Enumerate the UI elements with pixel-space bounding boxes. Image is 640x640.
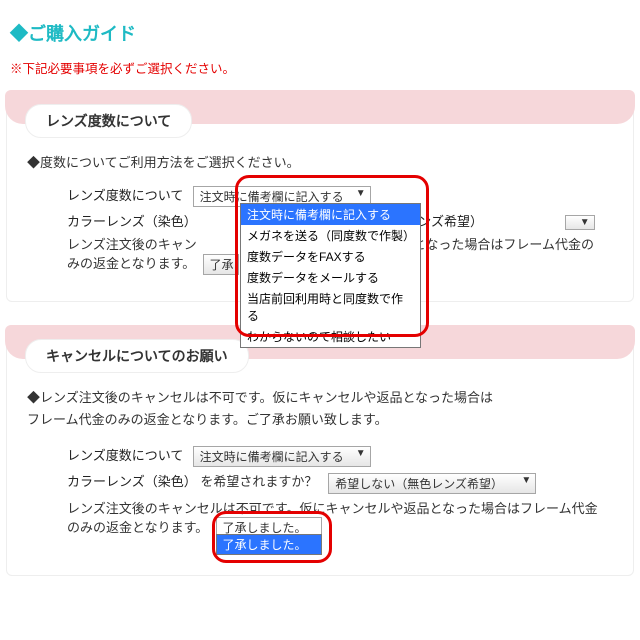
chevron-down-icon: ▼ bbox=[521, 475, 531, 486]
dropdown-acknowledge[interactable]: 了承しました。 bbox=[216, 534, 322, 555]
section-title: キャンセルについてのお願い bbox=[25, 339, 249, 373]
row3-text: レンズ注文後のキャンセルは不可です。仮にキャンセルや返品となった場合はフレーム代… bbox=[67, 501, 598, 535]
select-value: 注文時に備考欄に記入する bbox=[200, 190, 344, 204]
section-lead: ◆レンズ注文後のキャンセルは不可です。仮にキャンセルや返品となった場合は フレー… bbox=[27, 387, 619, 431]
section-cancel: キャンセルについてのお願い ◆レンズ注文後のキャンセルは不可です。仮にキャンセル… bbox=[6, 326, 634, 575]
dropdown-option[interactable]: わからないので相談したい bbox=[241, 326, 420, 347]
page-title: ◆ご購入ガイド bbox=[10, 20, 634, 46]
dropdown-lens-degree[interactable]: 注文時に備考欄に記入する メガネを送る（同度数で作製） 度数データをFAXする … bbox=[240, 203, 421, 348]
select-value: 了承 bbox=[210, 258, 234, 272]
chevron-down-icon: ▼ bbox=[356, 188, 366, 199]
form-area-2: レンズ度数について 注文時に備考欄に記入する ▼ カラーレンズ（染色） を希望さ… bbox=[67, 445, 619, 548]
select-value: 了承しました。 bbox=[223, 521, 307, 535]
dropdown-option[interactable]: メガネを送る（同度数で作製） bbox=[241, 225, 420, 246]
row-label-color-lens: カラーレンズ（染色） bbox=[67, 471, 197, 490]
row-label-lens-degree: レンズ度数について bbox=[67, 445, 189, 464]
select-color-lens-collapsed[interactable]: ▼ bbox=[565, 215, 595, 230]
dropdown-option[interactable]: 当店前回利用時と同度数で作る bbox=[241, 288, 420, 326]
dropdown-option[interactable]: 了承しました。 bbox=[217, 535, 321, 554]
row3-pre: レンズ注文後のキャン bbox=[67, 237, 197, 252]
select-lens-degree-2[interactable]: 注文時に備考欄に記入する ▼ bbox=[193, 446, 371, 467]
row-label-color-lens: カラーレンズ（染色） bbox=[67, 211, 189, 230]
section-title: レンズ度数について bbox=[25, 104, 192, 138]
row-mid-text: を希望されますか？ bbox=[200, 474, 317, 489]
dropdown-option[interactable]: 注文時に備考欄に記入する bbox=[241, 204, 420, 225]
select-value: 注文時に備考欄に記入する bbox=[200, 450, 344, 464]
form-area-1: レンズ度数について 注文時に備考欄に記入する ▼ 注文時に備考欄に記入する メガ… bbox=[67, 185, 619, 275]
select-color-lens-2[interactable]: 希望しない（無色レンズ希望） ▼ bbox=[328, 473, 536, 494]
dropdown-option[interactable]: 度数データをメールする bbox=[241, 267, 420, 288]
chevron-down-icon: ▼ bbox=[580, 217, 590, 228]
select-value: 希望しない（無色レンズ希望） bbox=[335, 477, 503, 491]
dropdown-option[interactable]: 度数データをFAXする bbox=[241, 246, 420, 267]
chevron-down-icon: ▼ bbox=[356, 448, 366, 459]
section-lens-degree: レンズ度数について ◆度数についてご利用方法をご選択ください。 レンズ度数につい… bbox=[6, 91, 634, 302]
row-label-lens-degree: レンズ度数について bbox=[67, 185, 189, 204]
required-notice: ※下記必要事項を必ずご選択ください。 bbox=[10, 58, 634, 77]
section-lead: ◆度数についてご利用方法をご選択ください。 bbox=[27, 152, 619, 171]
select-acknowledge-small[interactable]: 了承 bbox=[203, 254, 239, 275]
